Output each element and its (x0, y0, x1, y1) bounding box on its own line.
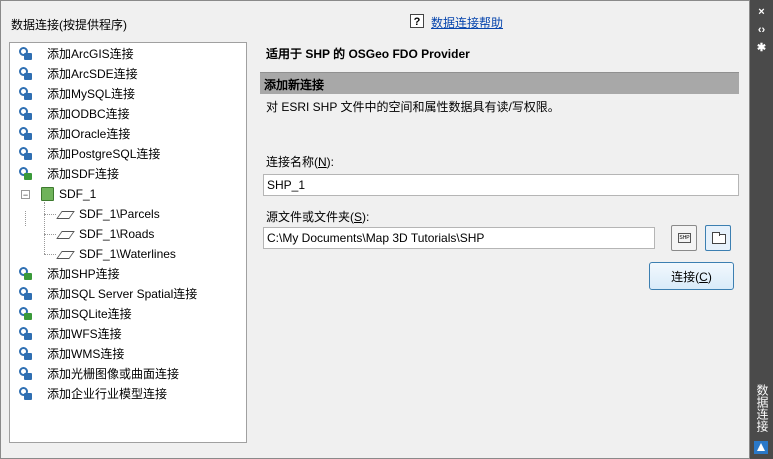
tree-connector (25, 211, 26, 226)
tree-item-label: 添加企业行业模型连接 (47, 387, 168, 401)
tree-item-label: 添加SDF连接 (47, 167, 120, 181)
tree-item-label: SDF_1\Waterlines (79, 247, 176, 261)
tree-item-label: SDF_1 (59, 187, 97, 201)
source-label: 源文件或文件夹(S): (266, 210, 370, 224)
connection-icon (18, 167, 34, 181)
tree-item-label: 添加MySQL连接 (47, 87, 136, 101)
provider-tree[interactable]: 添加ArcGIS连接 添加ArcSDE连接 添加MySQL连接 添加ODBC连接… (9, 42, 247, 443)
connection-icon (18, 147, 34, 161)
tree-item-label: 添加ODBC连接 (47, 107, 130, 121)
connect-button[interactable]: 连接(C) (649, 262, 734, 290)
connection-icon (18, 47, 34, 61)
feature-class-icon (57, 249, 73, 259)
help-question-icon[interactable]: ? (410, 14, 424, 28)
connection-icon (18, 107, 34, 121)
connection-icon (18, 327, 34, 341)
properties-icon[interactable]: ✱ (754, 41, 769, 56)
connection-icon (18, 267, 34, 281)
tree-item-label: 添加PostgreSQL连接 (47, 147, 161, 161)
tree-item-label: 添加SHP连接 (47, 267, 120, 281)
browse-folder-button[interactable] (705, 225, 731, 251)
tree-item-label: 添加SQLite连接 (47, 307, 132, 321)
connection-icon (18, 67, 34, 81)
panel-title: 数据连接(按提供程序) (11, 18, 127, 32)
feature-class-icon (57, 229, 73, 239)
provider-heading: 适用于 SHP 的 OSGeo FDO Provider (266, 47, 470, 61)
help-link[interactable]: 数据连接帮助 (431, 14, 503, 31)
side-rail-title: 数据连接 (755, 384, 769, 432)
shp-file-icon: SHP (678, 233, 691, 243)
tree-item-label: SDF_1\Roads (79, 227, 155, 241)
data-store-icon (41, 187, 54, 201)
connection-icon (18, 127, 34, 141)
tree-item-label: 添加WFS连接 (47, 327, 122, 341)
tree-item-label: 添加Oracle连接 (47, 127, 131, 141)
connection-icon (18, 307, 34, 321)
source-path-input[interactable]: C:\My Documents\Map 3D Tutorials\SHP (263, 227, 655, 249)
close-icon[interactable]: × (754, 5, 769, 20)
folder-icon (712, 232, 726, 244)
tree-item-label: SDF_1\Parcels (79, 207, 160, 221)
tree-connector (44, 234, 56, 235)
collapse-toggle-icon[interactable]: − (21, 190, 30, 200)
connection-icon (18, 87, 34, 101)
tree-item-label: 添加WMS连接 (47, 347, 125, 361)
browse-shp-file-button[interactable]: SHP (671, 225, 697, 251)
autodesk-logo-icon (754, 441, 768, 454)
connection-icon (18, 287, 34, 301)
provider-description: 对 ESRI SHP 文件中的空间和属性数据具有读/写权限。 (266, 100, 560, 114)
feature-class-icon (57, 209, 73, 219)
auto-hide-icon[interactable]: ‹› (754, 23, 769, 38)
section-bar: 添加新连接 (260, 72, 739, 94)
tree-item-label: 添加SQL Server Spatial连接 (47, 287, 198, 301)
connection-name-input[interactable]: SHP_1 (263, 174, 739, 196)
tree-item-label: 添加光栅图像或曲面连接 (47, 367, 180, 381)
tree-item-label: 添加ArcSDE连接 (47, 67, 138, 81)
tree-item-label: 添加ArcGIS连接 (47, 47, 134, 61)
tree-connector (44, 202, 45, 254)
connection-icon (18, 387, 34, 401)
section-title: 添加新连接 (264, 78, 325, 92)
tree-connector (44, 214, 56, 215)
connection-icon (18, 347, 34, 361)
side-rail: × ‹› ✱ 数据连接 (750, 0, 773, 459)
connection-icon (18, 367, 34, 381)
data-connect-window: 数据连接(按提供程序) 添加ArcGIS连接 添加ArcSDE连接 添加MySQ… (0, 0, 750, 459)
tree-connector (44, 254, 56, 255)
connection-name-label: 连接名称(N): (266, 155, 335, 169)
